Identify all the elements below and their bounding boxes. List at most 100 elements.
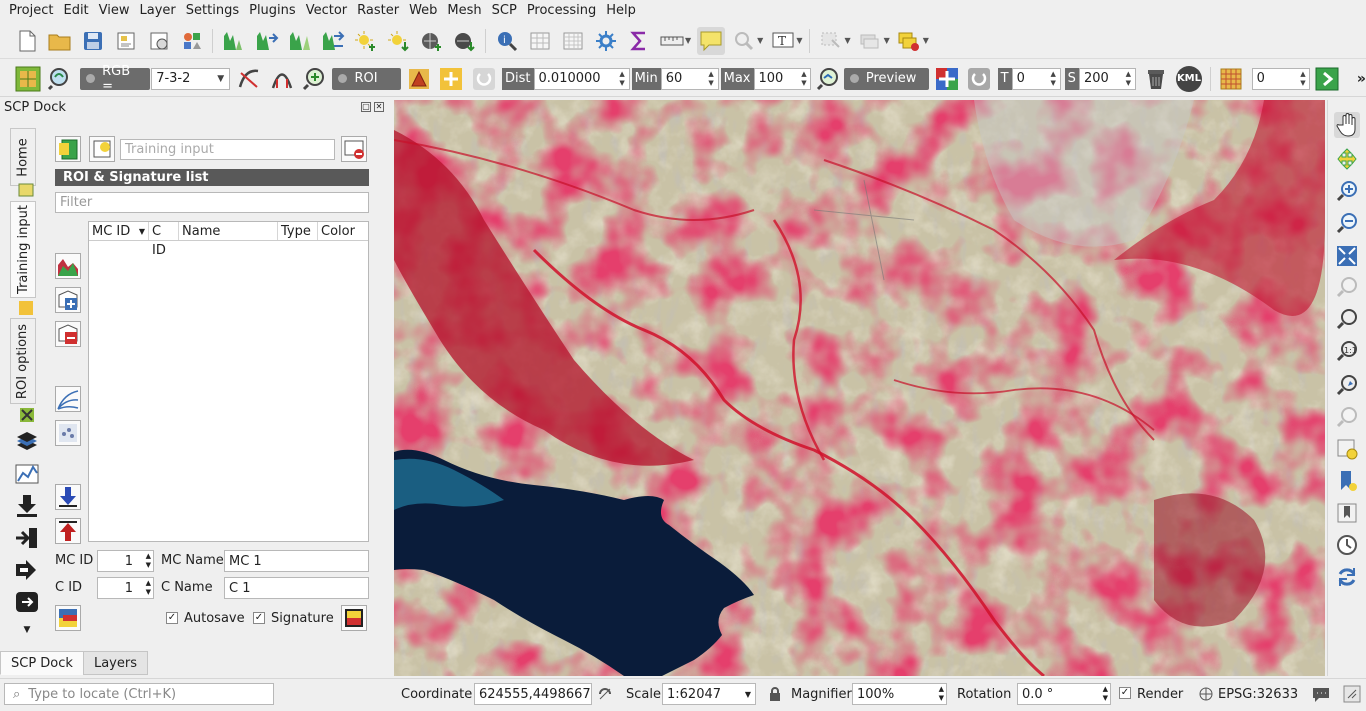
- temporal-controller-button[interactable]: [1334, 532, 1360, 558]
- settings-tab-icon[interactable]: [12, 588, 42, 616]
- col-color[interactable]: Color: [318, 222, 368, 240]
- zoom-input-button[interactable]: [46, 65, 73, 93]
- field-calculator-button[interactable]: [559, 27, 587, 55]
- spectral-plot-button[interactable]: [55, 386, 81, 412]
- refresh-button[interactable]: [1334, 564, 1360, 590]
- save-project-button[interactable]: [79, 27, 107, 55]
- spin-arrows-icon[interactable]: ▲ ▼: [706, 70, 717, 88]
- min-spinbox[interactable]: 60 ▲ ▼: [660, 67, 719, 90]
- roi-pointer-button[interactable]: [438, 65, 465, 93]
- remove-training-input-button[interactable]: [341, 136, 367, 162]
- zoom-in-button[interactable]: [1334, 178, 1360, 204]
- lock-icon[interactable]: [768, 686, 782, 706]
- roi-toggle-button[interactable]: ROI: [332, 67, 402, 90]
- annotation-dropdown-icon[interactable]: ▼: [796, 36, 802, 45]
- rgb-toggle-button[interactable]: RGB =: [80, 64, 151, 94]
- deselect-button[interactable]: [856, 27, 884, 55]
- preview-toggle-button[interactable]: Preview: [843, 67, 930, 90]
- map-tips-button[interactable]: [696, 26, 725, 55]
- menu-view[interactable]: View: [94, 0, 135, 22]
- menu-vector[interactable]: Vector: [301, 0, 352, 22]
- tab-roi-options[interactable]: ROI options: [10, 318, 36, 404]
- zoom-layer-button[interactable]: [1334, 306, 1360, 332]
- col-name[interactable]: Name: [179, 222, 278, 240]
- locate-search-field[interactable]: ⌕ Type to locate (Ctrl+K): [4, 683, 274, 705]
- import-signature-button[interactable]: [55, 484, 81, 510]
- new-project-button[interactable]: [13, 27, 41, 55]
- new-training-input-button[interactable]: [55, 136, 81, 162]
- tab-training-input[interactable]: Training input: [10, 201, 36, 298]
- dist-spinbox[interactable]: 0.010000 ▲ ▼: [533, 67, 630, 90]
- spin-arrows-icon[interactable]: ▲ ▼: [1103, 685, 1108, 703]
- tab-home[interactable]: Home: [10, 128, 36, 186]
- measure-dropdown-icon[interactable]: ▼: [685, 36, 691, 45]
- select-features-button[interactable]: [817, 27, 845, 55]
- zoom-full-button[interactable]: [1334, 243, 1360, 269]
- tab-scp-dock[interactable]: SCP Dock: [0, 651, 84, 675]
- new-map-view-button[interactable]: [1334, 436, 1360, 462]
- scp-tool-4-button[interactable]: [319, 27, 347, 55]
- menu-plugins[interactable]: Plugins: [244, 0, 301, 22]
- add-vector-button[interactable]: [418, 27, 446, 55]
- map-canvas[interactable]: [394, 100, 1325, 676]
- float-icon[interactable]: ▢: [361, 102, 371, 112]
- add-wms-button[interactable]: [352, 27, 380, 55]
- add-signature-button[interactable]: [55, 287, 81, 313]
- coordinate-field[interactable]: 624555,4498667: [474, 683, 592, 705]
- tools-tab-icon[interactable]: [16, 404, 38, 426]
- rotation-spinbox[interactable]: 0.0 ° ▲ ▼: [1017, 683, 1111, 705]
- training-input-field[interactable]: Training input: [120, 139, 335, 160]
- band-spinbox[interactable]: 0 ▲ ▼: [1251, 67, 1311, 90]
- c-id-spinbox[interactable]: 1 ▲ ▼: [97, 577, 154, 599]
- export-signature-button[interactable]: [55, 518, 81, 544]
- menu-raster[interactable]: Raster: [352, 0, 404, 22]
- run-button[interactable]: [1313, 65, 1340, 93]
- processing-toolbox-button[interactable]: [592, 27, 620, 55]
- zoom-preview-button[interactable]: [814, 65, 841, 93]
- max-spinbox[interactable]: 100 ▲ ▼: [753, 67, 812, 90]
- s-spinbox[interactable]: 200 ▲ ▼: [1078, 67, 1136, 90]
- create-roi-button[interactable]: [405, 65, 432, 93]
- spin-arrows-icon[interactable]: ▲ ▼: [146, 552, 151, 570]
- batch-tab-icon[interactable]: [12, 556, 42, 584]
- delete-signature-button[interactable]: [55, 321, 81, 347]
- measure-button[interactable]: [658, 27, 686, 55]
- scatter-plot-button[interactable]: [55, 420, 81, 446]
- menu-help[interactable]: Help: [601, 0, 641, 22]
- attribute-table-button[interactable]: [526, 27, 554, 55]
- tab-layers[interactable]: Layers: [82, 651, 148, 675]
- remove-selection-dropdown-icon[interactable]: ▼: [923, 36, 929, 45]
- spin-arrows-icon[interactable]: ▲ ▼: [617, 70, 628, 88]
- scp-tool-3-button[interactable]: [286, 27, 314, 55]
- postprocessing-tab-icon[interactable]: [12, 492, 42, 520]
- t-spinbox[interactable]: 0 ▲ ▼: [1011, 67, 1061, 90]
- plot-signature-button[interactable]: [55, 253, 81, 279]
- menu-project[interactable]: Project: [4, 0, 58, 22]
- new-bookmark-button[interactable]: [1334, 468, 1360, 494]
- menu-settings[interactable]: Settings: [181, 0, 244, 22]
- signature-checkbox[interactable]: ✓: [253, 612, 265, 624]
- redo-preview-button[interactable]: [966, 65, 993, 93]
- text-annotation-button[interactable]: T: [769, 27, 797, 55]
- menu-layer[interactable]: Layer: [135, 0, 181, 22]
- spin-arrows-icon[interactable]: ▲ ▼: [146, 579, 151, 597]
- tabs-scroll-down-icon[interactable]: ▼: [12, 620, 42, 640]
- spin-arrows-icon[interactable]: ▲ ▼: [798, 70, 809, 88]
- macroclass-button[interactable]: [55, 605, 81, 631]
- redo-roi-button[interactable]: [470, 65, 497, 93]
- new-print-layout-button[interactable]: [112, 27, 140, 55]
- col-type[interactable]: Type: [278, 222, 318, 240]
- toolbar-more-icon[interactable]: »: [1357, 71, 1366, 87]
- zoom-last-button[interactable]: [1334, 372, 1360, 398]
- spin-arrows-icon[interactable]: ▲ ▼: [1123, 70, 1134, 88]
- scp-tool-2-button[interactable]: [253, 27, 281, 55]
- identify-features-button[interactable]: i: [493, 27, 521, 55]
- mc-name-field[interactable]: MC 1: [224, 550, 369, 572]
- menu-scp[interactable]: SCP: [487, 0, 522, 22]
- save-roi-button[interactable]: [341, 605, 367, 631]
- layout-manager-button[interactable]: [145, 27, 173, 55]
- add-xyz-button[interactable]: [385, 27, 413, 55]
- band-set-button[interactable]: [14, 65, 41, 93]
- close-icon[interactable]: ✕: [374, 102, 384, 112]
- resize-grip-icon[interactable]: [1342, 684, 1362, 708]
